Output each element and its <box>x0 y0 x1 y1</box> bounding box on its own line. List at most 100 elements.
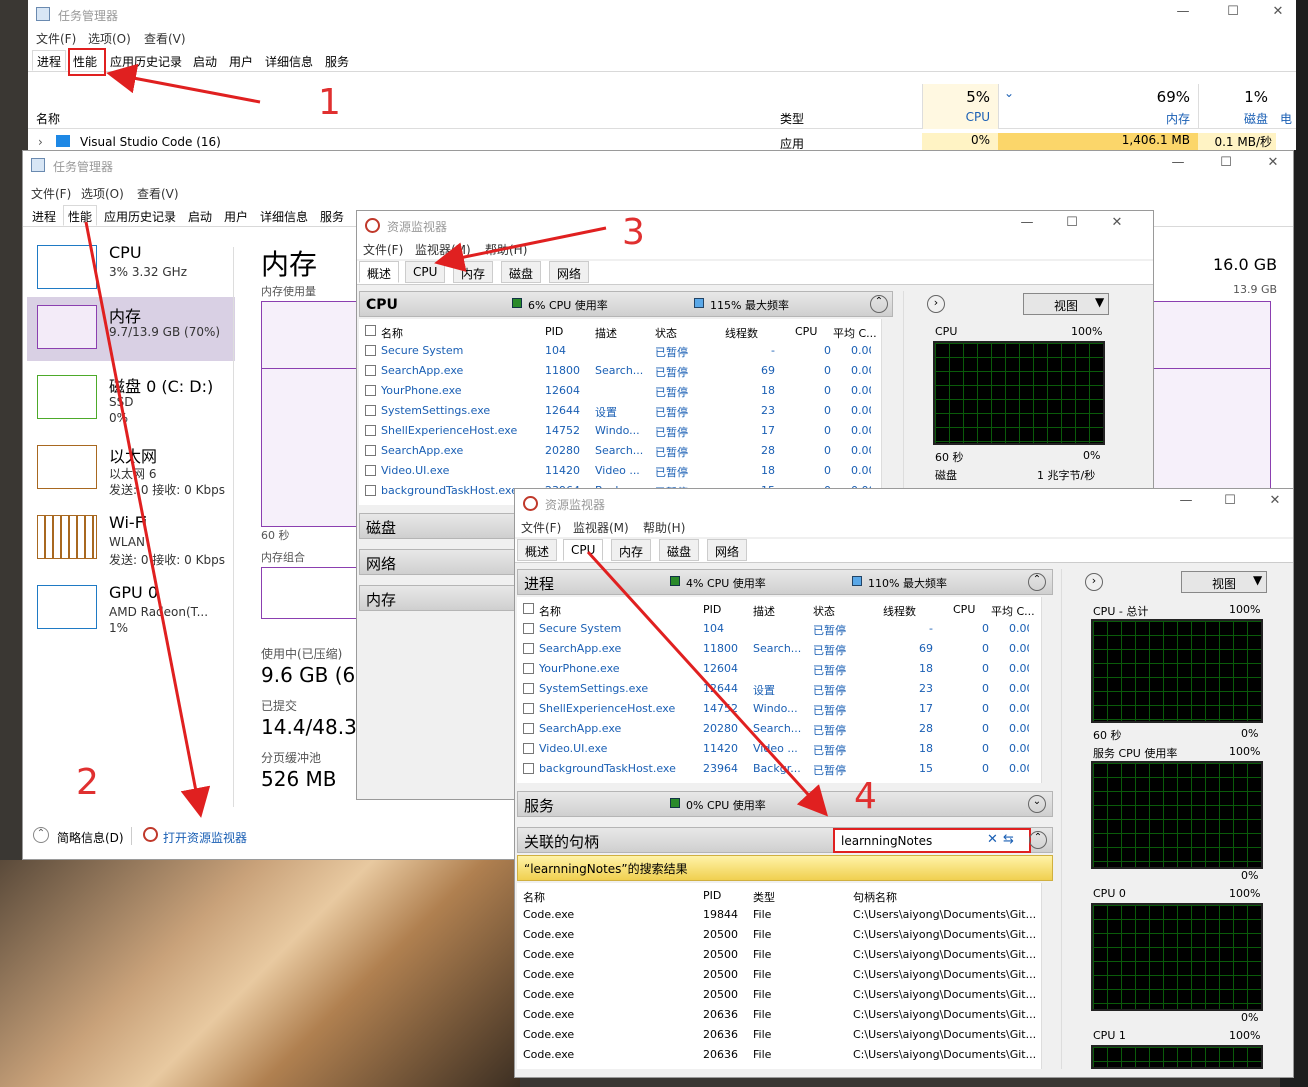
minimize-button[interactable]: — <box>1171 493 1201 508</box>
handle-search-input[interactable]: learnningNotes <box>841 834 932 848</box>
tab-services[interactable]: 服务 <box>320 50 354 71</box>
process-row[interactable]: SearchApp.exe 11800 Search... 已暂停 69 0 0.00 <box>517 639 1039 659</box>
sidebar-item-cpu[interactable]: CPU 3% 3.32 GHz <box>27 237 235 301</box>
minimize-button[interactable]: — <box>1168 4 1198 19</box>
refresh-search-icon[interactable]: ⇆ <box>1003 832 1014 847</box>
tab-startup[interactable]: 启动 <box>188 50 222 71</box>
scrollbar[interactable] <box>1041 597 1053 783</box>
tab-cpu[interactable]: CPU <box>563 539 604 561</box>
row-checkbox[interactable] <box>523 703 534 714</box>
col-cpu[interactable]: CPU <box>953 603 975 616</box>
menu-view[interactable]: 查看(V) <box>137 185 179 202</box>
handles-scrollbar[interactable] <box>1041 883 1053 1069</box>
col-name[interactable]: 名称 <box>523 889 545 905</box>
col-disk[interactable]: 1% 磁盘 <box>1198 84 1276 129</box>
process-row[interactable]: YourPhone.exe 12604 已暂停 18 0 0.00 <box>359 381 881 401</box>
handle-row[interactable]: Code.exe 20636 File C:\Users\aiyong\Documen… <box>517 1005 1039 1025</box>
close-button[interactable]: ✕ <box>1102 215 1132 230</box>
menu-help[interactable]: 帮助(H) <box>643 519 685 536</box>
sidebar-item-gpu[interactable]: GPU 0 AMD Radeon(T... 1% <box>27 577 235 641</box>
handle-row[interactable]: Code.exe 20500 File C:\Users\aiyong\Documen… <box>517 925 1039 945</box>
collapse-icon[interactable]: ⌃ <box>870 295 888 313</box>
dropdown-arrow-icon[interactable]: ▼ <box>1095 295 1104 309</box>
sidebar-item-memory[interactable]: 内存 9.7/13.9 GB (70%) <box>27 297 235 361</box>
row-checkbox[interactable] <box>365 445 376 456</box>
processes-section-header[interactable]: 进程 4% CPU 使用率 110% 最大频率 ⌃ <box>517 569 1053 595</box>
col-avg-cpu[interactable]: 平均 C... <box>833 325 877 341</box>
minimize-button[interactable]: — <box>1012 215 1042 230</box>
row-checkbox[interactable] <box>365 465 376 476</box>
tab-disk[interactable]: 磁盘 <box>659 539 700 561</box>
row-checkbox[interactable] <box>523 643 534 654</box>
dropdown-arrow-icon[interactable]: ▼ <box>1253 573 1262 587</box>
process-row[interactable]: › Visual Studio Code (16) 应用 0% 1,406.1 … <box>28 132 1296 150</box>
tab-overview[interactable]: 概述 <box>517 539 558 561</box>
col-network[interactable]: 电 <box>1280 110 1292 127</box>
handle-row[interactable]: Code.exe 20500 File C:\Users\aiyong\Documen… <box>517 965 1039 985</box>
col-memory[interactable]: 69% 内存 <box>998 84 1198 129</box>
row-checkbox[interactable] <box>365 365 376 376</box>
handle-row[interactable]: Code.exe 20500 File C:\Users\aiyong\Documen… <box>517 945 1039 965</box>
close-button[interactable]: ✕ <box>1260 493 1290 508</box>
outer-scrollbar[interactable] <box>903 291 915 501</box>
maximize-button[interactable]: ☐ <box>1215 493 1245 508</box>
col-name[interactable]: 名称 <box>381 325 403 341</box>
row-checkbox[interactable] <box>365 485 376 496</box>
row-checkbox[interactable] <box>523 743 534 754</box>
menu-options[interactable]: 选项(O) <box>81 185 124 202</box>
collapse-icon[interactable]: ⌃ <box>33 827 49 843</box>
handle-row[interactable]: Code.exe 20636 File C:\Users\aiyong\Documen… <box>517 1045 1039 1065</box>
process-row[interactable]: SystemSettings.exe 12644 设置 已暂停 23 0 0.00 <box>359 401 881 421</box>
handle-row[interactable]: Code.exe 20500 File C:\Users\aiyong\Documen… <box>517 985 1039 1005</box>
row-checkbox[interactable] <box>523 663 534 674</box>
col-desc[interactable]: 描述 <box>595 325 617 341</box>
tab-cpu[interactable]: CPU <box>405 261 446 283</box>
expand-arrow-icon[interactable]: › <box>927 295 945 313</box>
process-row[interactable]: ShellExperienceHost.exe 14752 Windo... 已暂停 1… <box>517 699 1039 719</box>
process-row[interactable]: YourPhone.exe 12604 已暂停 18 0 0.00 <box>517 659 1039 679</box>
col-status[interactable]: 状态 <box>813 603 835 619</box>
tab-startup[interactable]: 启动 <box>183 205 217 226</box>
col-pid[interactable]: PID <box>545 325 563 338</box>
close-button[interactable]: ✕ <box>1263 4 1293 19</box>
col-type[interactable]: 类型 <box>780 110 804 127</box>
tab-processes[interactable]: 进程 <box>27 205 61 226</box>
col-desc[interactable]: 描述 <box>753 603 775 619</box>
process-row[interactable]: Secure System 104 已暂停 - 0 0.00 <box>517 619 1039 639</box>
col-cpu[interactable]: 5% CPU <box>922 84 998 129</box>
clear-search-icon[interactable]: ✕ <box>987 832 998 847</box>
process-row[interactable]: SearchApp.exe 20280 Search... 已暂停 28 0 0.00 <box>359 441 881 461</box>
col-cpu[interactable]: CPU <box>795 325 817 338</box>
services-section-header[interactable]: 服务 0% CPU 使用率 ⌄ <box>517 791 1053 817</box>
menu-monitor[interactable]: 监视器(M) <box>573 519 629 536</box>
expand-arrow-icon[interactable]: › <box>1085 573 1103 591</box>
collapse-icon[interactable]: ⌃ <box>1028 573 1046 591</box>
open-resource-monitor-link[interactable]: 打开资源监视器 <box>163 829 247 846</box>
sidebar-item-ethernet[interactable]: 以太网 以太网 6 发送: 0 接收: 0 Kbps <box>27 437 235 501</box>
menu-help[interactable]: 帮助(H) <box>485 241 527 258</box>
col-threads[interactable]: 线程数 <box>725 325 758 341</box>
maximize-button[interactable]: ☐ <box>1057 215 1087 230</box>
row-checkbox[interactable] <box>365 345 376 356</box>
col-avg-cpu[interactable]: 平均 C... <box>991 603 1035 619</box>
tab-memory[interactable]: 内存 <box>611 539 652 561</box>
process-row[interactable]: Video.UI.exe 11420 Video ... 已暂停 18 0 0.00 <box>359 461 881 481</box>
process-row[interactable]: SearchApp.exe 20280 Search... 已暂停 28 0 0.00 <box>517 719 1039 739</box>
row-checkbox[interactable] <box>523 623 534 634</box>
tab-users[interactable]: 用户 <box>224 50 258 71</box>
menu-options[interactable]: 选项(O) <box>88 30 131 47</box>
minimize-button[interactable]: — <box>1163 155 1193 170</box>
row-checkbox[interactable] <box>523 683 534 694</box>
sidebar-item-wifi[interactable]: Wi-Fi WLAN 发送: 0 接收: 0 Kbps <box>27 507 235 571</box>
expand-icon[interactable]: ⌄ <box>1028 795 1046 813</box>
menu-file[interactable]: 文件(F) <box>36 30 76 47</box>
tab-overview[interactable]: 概述 <box>359 261 400 283</box>
tab-disk[interactable]: 磁盘 <box>501 261 542 283</box>
sidebar-item-disk[interactable]: 磁盘 0 (C: D:) SSD 0% <box>27 367 235 431</box>
tab-services[interactable]: 服务 <box>315 205 349 226</box>
tab-processes[interactable]: 进程 <box>32 50 67 71</box>
collapse-handles-icon[interactable]: ⌃ <box>1029 831 1047 849</box>
process-row[interactable]: SearchApp.exe 11800 Search... 已暂停 69 0 0.00 <box>359 361 881 381</box>
col-pid[interactable]: PID <box>703 889 721 902</box>
close-button[interactable]: ✕ <box>1258 155 1288 170</box>
